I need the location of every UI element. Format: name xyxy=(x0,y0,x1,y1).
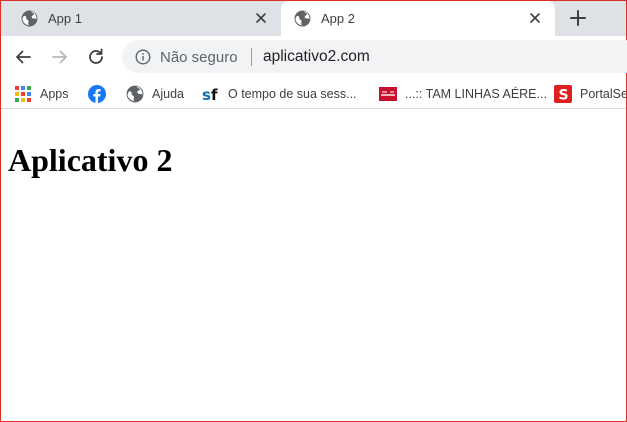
tam-icon xyxy=(379,85,397,103)
bookmark-tam[interactable]: ...:: TAM LINHAS AÉRE... xyxy=(379,84,547,104)
bookmark-apps[interactable]: Apps xyxy=(14,84,69,104)
svg-text:f: f xyxy=(211,86,218,103)
bookmark-label: ...:: TAM LINHAS AÉRE... xyxy=(405,87,547,101)
tab-app-1[interactable]: App 1 xyxy=(1,1,279,36)
new-tab-plus-icon[interactable] xyxy=(568,8,588,28)
tab-close-icon[interactable] xyxy=(253,10,269,26)
bookmark-label: Ajuda xyxy=(152,87,184,101)
reload-icon[interactable] xyxy=(86,47,106,67)
info-icon[interactable] xyxy=(135,49,151,70)
globe-icon xyxy=(126,85,144,103)
tab-title: App 2 xyxy=(321,11,355,26)
tab-strip: App 1 App 2 xyxy=(1,1,626,36)
bookmarks-bar: Apps Ajuda sf O tempo de sua sess... ...… xyxy=(1,78,626,109)
url-text[interactable]: aplicativo2.com xyxy=(263,48,370,66)
svg-text:s: s xyxy=(202,86,211,103)
facebook-icon xyxy=(88,85,106,103)
tab-app-2[interactable]: App 2 xyxy=(281,1,555,36)
tab-title: App 1 xyxy=(48,11,82,26)
bookmark-label: Apps xyxy=(40,87,69,101)
forward-arrow-icon[interactable] xyxy=(50,47,70,67)
apps-grid-icon xyxy=(14,85,32,103)
browser-toolbar: Não seguro aplicativo2.com xyxy=(1,36,627,78)
bookmark-label: O tempo de sua sess... xyxy=(228,87,357,101)
globe-icon xyxy=(21,10,38,30)
back-arrow-icon[interactable] xyxy=(13,47,33,67)
svg-text:S: S xyxy=(559,88,569,104)
sf-icon: sf xyxy=(202,85,220,104)
globe-icon xyxy=(294,10,311,30)
s-icon: S xyxy=(554,85,572,104)
address-bar[interactable]: Não seguro aplicativo2.com xyxy=(122,40,627,73)
bookmark-ajuda[interactable]: Ajuda xyxy=(126,84,184,104)
bookmark-label: PortalSe xyxy=(580,87,626,101)
security-status-text[interactable]: Não seguro xyxy=(160,49,238,66)
bookmark-portal[interactable]: S PortalSe xyxy=(554,84,626,104)
tab-close-icon[interactable] xyxy=(527,10,543,26)
address-divider xyxy=(251,48,252,66)
bookmark-facebook[interactable] xyxy=(88,84,114,104)
bookmark-sessao[interactable]: sf O tempo de sua sess... xyxy=(202,84,357,104)
page-heading: Aplicativo 2 xyxy=(8,142,173,178)
